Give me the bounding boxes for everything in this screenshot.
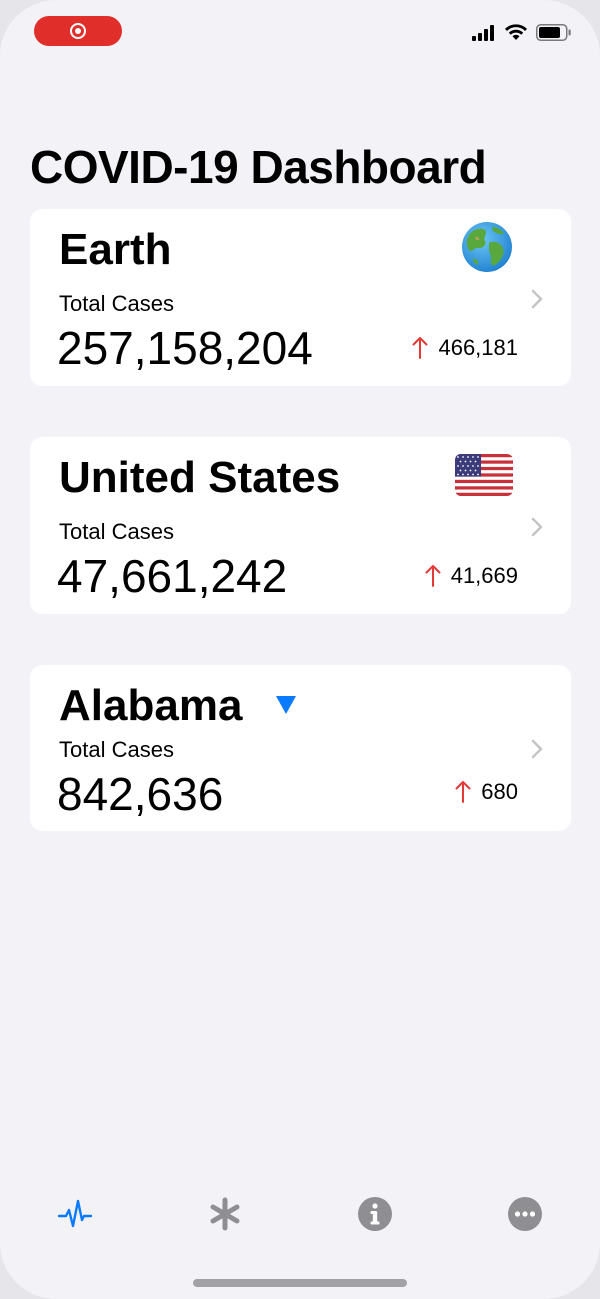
arrow-up-icon xyxy=(412,337,428,359)
card-subtitle: Total Cases xyxy=(59,519,174,544)
chevron-right-icon xyxy=(531,289,543,309)
phone-screen: COVID-19 Dashboard Earth Total Cases 257… xyxy=(0,0,600,1299)
battery-icon xyxy=(536,24,571,41)
us-flag-icon xyxy=(455,454,513,496)
wifi-icon xyxy=(505,24,527,40)
status-bar xyxy=(0,0,600,70)
card-change: 680 xyxy=(455,779,518,805)
change-value: 680 xyxy=(481,779,518,804)
tab-info[interactable] xyxy=(345,1184,405,1244)
chevron-right-icon xyxy=(531,517,543,537)
arrow-up-icon xyxy=(425,565,441,587)
change-value: 41,669 xyxy=(450,563,518,588)
change-value: 466,181 xyxy=(438,335,518,360)
globe-icon xyxy=(462,222,512,272)
tab-dashboard[interactable] xyxy=(45,1184,105,1244)
page-title: COVID-19 Dashboard xyxy=(30,141,487,193)
dropdown-triangle-icon[interactable] xyxy=(275,695,297,715)
tab-bar xyxy=(0,1170,600,1250)
cellular-signal-icon xyxy=(472,24,494,41)
card-value: 257,158,204 xyxy=(57,322,313,374)
status-icons xyxy=(472,24,572,41)
card-value: 47,661,242 xyxy=(57,550,288,602)
card-earth[interactable]: Earth Total Cases 257,158,204 466,181 xyxy=(30,209,571,386)
card-subtitle: Total Cases xyxy=(59,291,174,316)
info-icon xyxy=(358,1197,392,1231)
card-alabama[interactable]: Alabama Total Cases 842,636 680 xyxy=(30,665,571,831)
home-indicator[interactable] xyxy=(193,1279,407,1287)
pulse-icon xyxy=(57,1199,93,1228)
arrow-up-icon xyxy=(455,781,471,803)
card-united-states[interactable]: United States Total Cases 47,661,242 41,… xyxy=(30,437,571,614)
card-value: 842,636 xyxy=(57,768,224,820)
card-subtitle: Total Cases xyxy=(59,737,174,762)
chevron-right-icon xyxy=(531,739,543,759)
card-change: 41,669 xyxy=(425,563,518,589)
more-icon xyxy=(508,1197,542,1231)
tab-asterisk[interactable] xyxy=(195,1184,255,1244)
card-title: Earth xyxy=(59,225,172,274)
asterisk-icon xyxy=(210,1197,240,1231)
card-change: 466,181 xyxy=(412,335,518,361)
record-icon xyxy=(70,23,86,39)
tab-more[interactable] xyxy=(495,1184,555,1244)
card-title: United States xyxy=(59,453,341,502)
card-title: Alabama xyxy=(59,681,243,730)
screen-recording-indicator[interactable] xyxy=(34,16,122,46)
